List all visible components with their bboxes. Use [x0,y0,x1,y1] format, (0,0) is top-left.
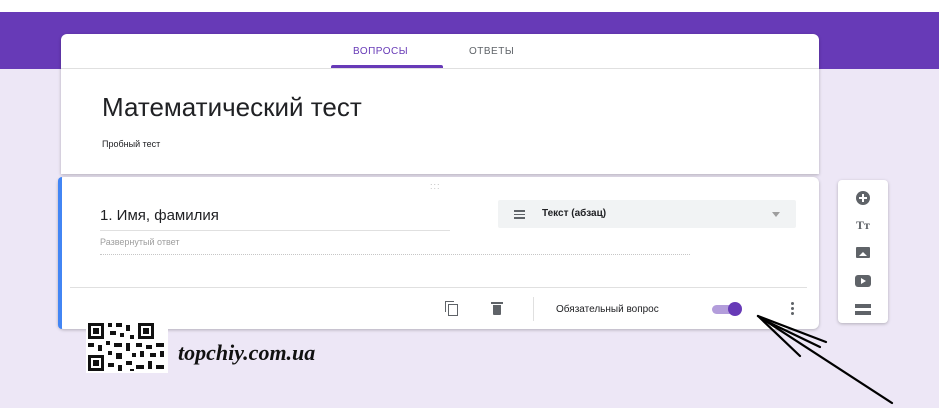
tab-questions[interactable]: ВОПРОСЫ [353,46,408,57]
add-question-button[interactable] [854,189,872,207]
lines-icon [514,210,525,219]
drag-handle-icon[interactable]: ::: [430,181,441,191]
active-question-accent [58,177,62,329]
add-video-button[interactable] [854,272,872,290]
trash-icon[interactable] [491,302,503,315]
required-toggle[interactable] [712,302,742,316]
toggle-thumb [728,302,742,316]
tab-answers[interactable]: ОТВЕТЫ [469,46,514,57]
qr-code-icon [86,321,168,373]
chevron-down-icon [772,212,780,217]
add-section-button[interactable] [854,300,872,318]
answer-placeholder: Развернутый ответ [100,237,690,255]
copy-icon[interactable] [445,301,459,317]
tab-bar: ВОПРОСЫ ОТВЕТЫ [61,34,819,69]
question-type-dropdown[interactable]: Текст (абзац) [498,200,796,228]
tab-divider [61,68,819,69]
question-card[interactable]: ::: 1. Имя, фамилия Текст (абзац) Развер… [58,177,819,329]
section-icon [855,304,871,308]
footer-divider [70,287,807,288]
watermark-text: topchiy.com.ua [178,340,316,365]
form-description[interactable]: Пробный тест [102,139,160,149]
add-image-button[interactable] [854,244,872,262]
footer-vertical-divider [533,297,534,321]
required-label: Обязательный вопрос [556,304,659,315]
more-vert-icon[interactable] [791,302,795,316]
form-title[interactable]: Математический тест [102,92,362,123]
side-toolbar: Tт [838,180,888,323]
form-header-card: ВОПРОСЫ ОТВЕТЫ Математический тест Пробн… [61,34,819,174]
question-title-field[interactable]: 1. Имя, фамилия [100,205,450,231]
question-type-label: Текст (абзац) [542,208,607,219]
add-title-button[interactable]: Tт [854,216,872,234]
